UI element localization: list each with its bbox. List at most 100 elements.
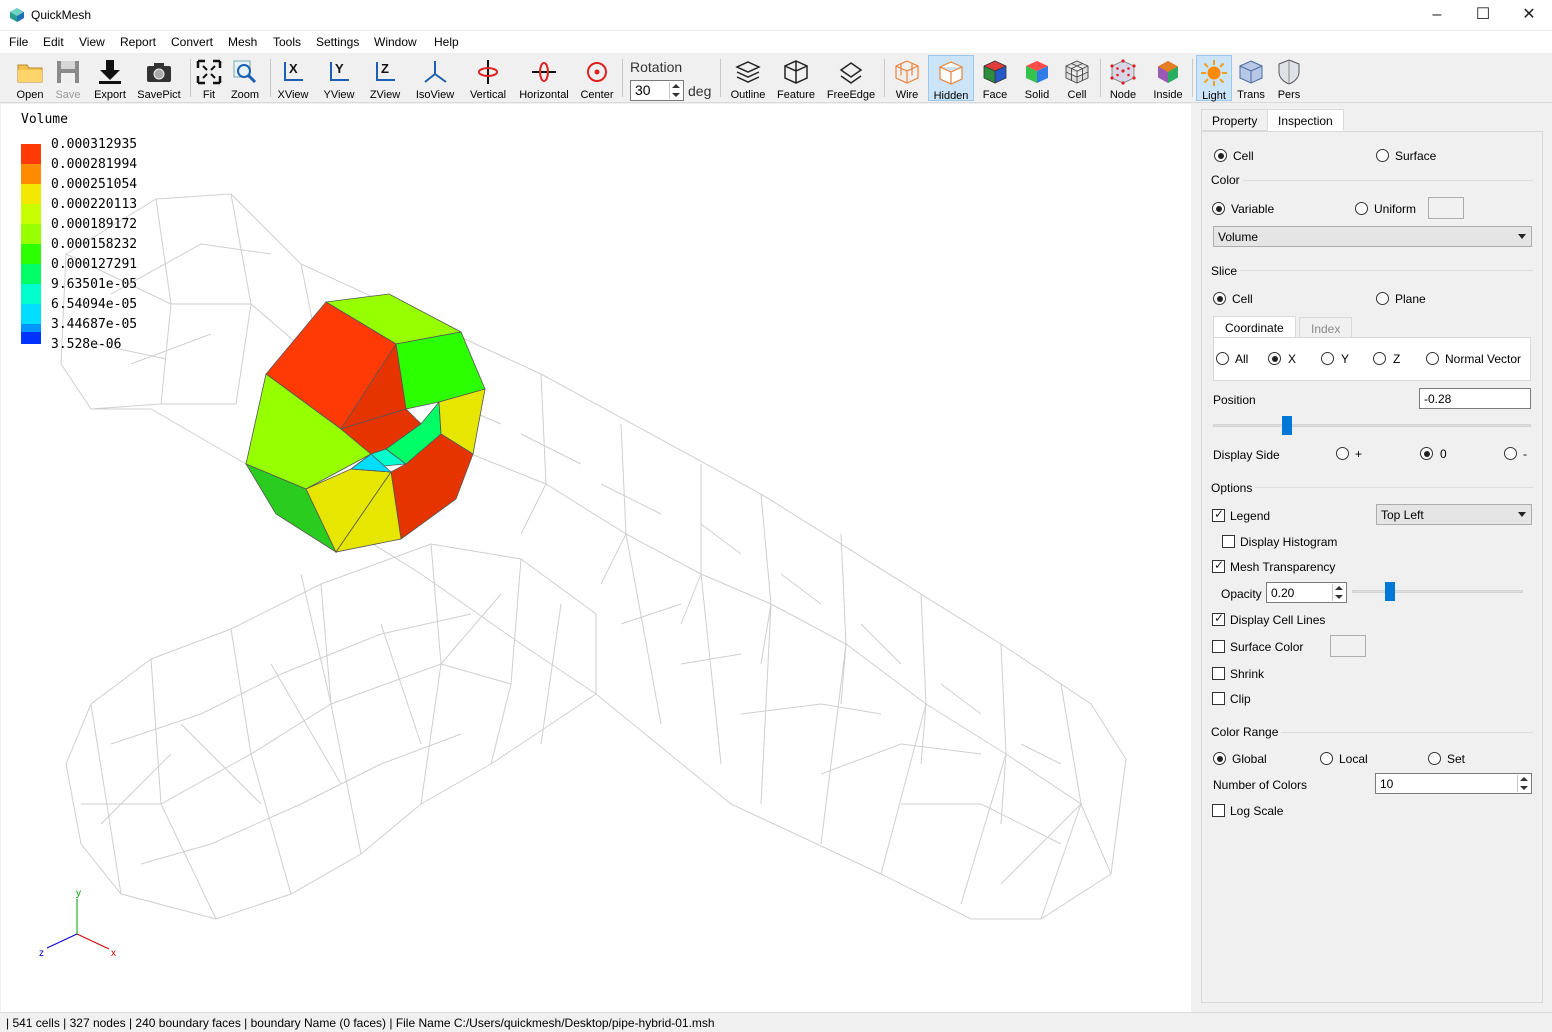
mesh-render: y x z <box>39 193 1127 959</box>
horizontal-rotation-button[interactable]: Horizontal <box>517 55 571 101</box>
trans-button[interactable]: Trans <box>1234 55 1268 101</box>
axis-z-label: z <box>39 948 44 959</box>
opacity-slider-thumb[interactable] <box>1385 582 1395 601</box>
tab-index[interactable]: Index <box>1299 317 1353 338</box>
xview-button[interactable]: X XView <box>275 55 311 101</box>
inside-button[interactable]: Inside <box>1148 55 1188 101</box>
legend-value: 6.54094e-05 <box>51 297 138 312</box>
tab-property[interactable]: Property <box>1201 109 1269 131</box>
slice-plane-radio[interactable] <box>1376 292 1389 305</box>
uniform-color-button[interactable] <box>1428 197 1464 219</box>
position-slider-thumb[interactable] <box>1282 416 1292 435</box>
opacity-slider-track[interactable] <box>1352 590 1523 593</box>
menu-report[interactable]: Report <box>120 35 156 49</box>
menu-settings[interactable]: Settings <box>316 35 359 49</box>
axis-all-radio[interactable] <box>1216 352 1229 365</box>
fit-button[interactable]: Fit <box>194 55 224 101</box>
inspection-tab-body: Cell Surface Color Variable Uniform Volu… <box>1201 131 1543 1003</box>
wire-button[interactable]: Wire <box>890 55 924 101</box>
center-button[interactable]: Center <box>578 55 616 101</box>
number-of-colors-spinner[interactable] <box>1517 775 1530 792</box>
feature-button[interactable]: Feature <box>776 55 816 101</box>
opacity-spinner[interactable] <box>1332 584 1345 601</box>
mesh-transparency-checkbox[interactable] <box>1212 558 1225 573</box>
cell-button[interactable]: Cell <box>1060 55 1094 101</box>
title-bar: QuickMesh – ☐ ✕ <box>0 0 1552 31</box>
side-zero-radio[interactable] <box>1420 447 1433 460</box>
light-button[interactable]: Light <box>1196 55 1232 102</box>
position-label: Position <box>1213 393 1256 407</box>
tab-inspection[interactable]: Inspection <box>1267 109 1344 131</box>
maximize-button[interactable]: ☐ <box>1460 0 1506 30</box>
axis-z-radio[interactable] <box>1373 352 1386 365</box>
range-set-radio[interactable] <box>1428 752 1441 765</box>
number-of-colors-input[interactable]: 10 <box>1375 773 1532 794</box>
range-local-radio[interactable] <box>1320 752 1333 765</box>
position-slider-track[interactable] <box>1213 424 1531 427</box>
colored-slice-cells <box>245 293 486 554</box>
normal-vector-radio[interactable] <box>1426 352 1439 365</box>
yview-button[interactable]: Y YView <box>321 55 357 101</box>
svg-text:Z: Z <box>381 61 389 76</box>
variable-color-radio[interactable] <box>1212 202 1225 215</box>
histogram-checkbox[interactable] <box>1222 535 1235 548</box>
menu-convert[interactable]: Convert <box>171 35 213 49</box>
menu-view[interactable]: View <box>79 35 105 49</box>
outline-button[interactable]: Outline <box>728 55 768 101</box>
save-button[interactable]: Save <box>50 55 86 101</box>
opacity-input[interactable]: 0.20 <box>1266 582 1347 603</box>
tab-coordinate[interactable]: Coordinate <box>1213 316 1296 338</box>
menu-edit[interactable]: Edit <box>43 35 64 49</box>
zview-button[interactable]: Z ZView <box>367 55 403 101</box>
variable-select[interactable]: Volume <box>1213 226 1532 247</box>
isoview-button[interactable]: IsoView <box>413 55 457 101</box>
menu-tools[interactable]: Tools <box>273 35 301 49</box>
open-button[interactable]: Open <box>12 55 48 101</box>
savepict-button[interactable]: SavePict <box>134 55 184 101</box>
shrink-checkbox[interactable] <box>1212 667 1225 680</box>
face-button[interactable]: Face <box>978 55 1012 101</box>
surface-color-button[interactable] <box>1330 635 1366 657</box>
vertical-rotation-button[interactable]: Vertical <box>468 55 508 101</box>
menu-mesh[interactable]: Mesh <box>228 35 257 49</box>
export-button[interactable]: Export <box>90 55 130 101</box>
axis-x-label: X <box>1288 352 1297 366</box>
3d-viewport[interactable]: y x z Volume 0.000312935 0.000281994 0.0… <box>1 104 1191 1012</box>
menu-file[interactable]: File <box>9 35 28 49</box>
rotation-angle-input[interactable]: 30 <box>630 80 684 101</box>
surface-color-checkbox[interactable] <box>1212 640 1225 653</box>
feature-cube-icon <box>784 60 808 84</box>
quickmesh-app-icon <box>10 8 24 22</box>
cell-lines-checkbox[interactable] <box>1212 611 1225 626</box>
solid-button[interactable]: Solid <box>1020 55 1054 101</box>
freeedge-button[interactable]: FreeEdge <box>826 55 876 101</box>
inside-hexagon-icon <box>1158 61 1178 83</box>
hidden-button[interactable]: Hidden <box>928 55 974 102</box>
clip-checkbox[interactable] <box>1212 692 1225 705</box>
slice-cell-radio[interactable] <box>1213 292 1226 305</box>
close-button[interactable]: ✕ <box>1506 0 1552 30</box>
node-button[interactable]: Node <box>1106 55 1140 101</box>
side-plus-radio[interactable] <box>1336 447 1349 460</box>
zoom-button[interactable]: Zoom <box>228 55 262 101</box>
axis-y-radio[interactable] <box>1321 352 1334 365</box>
uniform-color-radio[interactable] <box>1355 202 1368 215</box>
legend-position-select[interactable]: Top Left <box>1376 504 1532 525</box>
menu-help[interactable]: Help <box>434 35 459 49</box>
axis-x-radio[interactable] <box>1268 352 1281 365</box>
menu-window[interactable]: Window <box>374 35 417 49</box>
cell-mode-radio[interactable] <box>1214 149 1227 162</box>
range-global-radio[interactable] <box>1213 752 1226 765</box>
surface-mode-radio[interactable] <box>1376 149 1389 162</box>
side-zero-label: 0 <box>1440 447 1447 461</box>
legend-swatch <box>21 204 41 224</box>
number-of-colors-label: Number of Colors <box>1213 778 1308 792</box>
minimize-button[interactable]: – <box>1414 0 1460 30</box>
rotation-spinner[interactable] <box>669 82 682 99</box>
side-minus-radio[interactable] <box>1504 447 1517 460</box>
pers-button[interactable]: Pers <box>1272 55 1306 101</box>
node-points-icon <box>1110 59 1136 85</box>
log-scale-checkbox[interactable] <box>1212 804 1225 817</box>
legend-checkbox[interactable] <box>1212 507 1225 522</box>
position-input[interactable]: -0.28 <box>1419 388 1531 409</box>
